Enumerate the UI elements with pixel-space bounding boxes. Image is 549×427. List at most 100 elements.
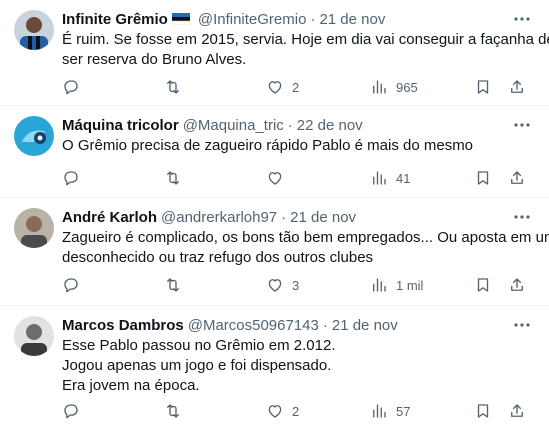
retweet-button[interactable]: [164, 77, 182, 97]
tweet-actions: 2 965: [0, 77, 549, 97]
view-count: 965: [396, 79, 418, 95]
like-button[interactable]: 3: [266, 275, 299, 295]
bookmark-button[interactable]: [474, 401, 492, 421]
like-button[interactable]: 2: [266, 77, 299, 97]
bookmark-icon: [477, 80, 489, 94]
avatar[interactable]: [14, 316, 54, 356]
reply-button[interactable]: [62, 168, 80, 188]
share-button[interactable]: [508, 275, 526, 295]
gremio-flag-icon: [171, 13, 190, 25]
tweet[interactable]: André Karloh @andrerkarloh97 · 21 de nov…: [0, 198, 549, 306]
like-count: 3: [292, 277, 300, 293]
tweet-date[interactable]: 21 de nov: [290, 209, 356, 226]
views-icon: [373, 80, 386, 94]
share-icon: [511, 278, 523, 291]
reply-button[interactable]: [62, 77, 80, 97]
bookmark-icon: [477, 404, 489, 418]
views-icon: [373, 171, 386, 185]
separator-dot: ·: [322, 316, 328, 334]
tweet[interactable]: Infinite Grêmio @InfiniteGremio · 21 de …: [0, 0, 549, 106]
more-icon[interactable]: [513, 208, 531, 226]
views-button[interactable]: 1 mil: [370, 275, 423, 295]
heart-icon: [268, 279, 282, 292]
retweet-button[interactable]: [164, 168, 182, 188]
tweet-date[interactable]: 22 de nov: [297, 117, 363, 134]
retweet-button[interactable]: [164, 401, 182, 421]
display-name[interactable]: Infinite Grêmio: [62, 11, 168, 28]
tweet[interactable]: Máquina tricolor @Maquina_tric · 22 de n…: [0, 106, 549, 198]
view-count: 41: [396, 170, 411, 186]
reply-button[interactable]: [62, 275, 80, 295]
bookmark-button[interactable]: [474, 168, 492, 188]
retweet-icon: [167, 404, 179, 418]
share-icon: [511, 404, 523, 417]
user-handle[interactable]: @InfiniteGremio: [198, 11, 307, 28]
tweet-date[interactable]: 21 de nov: [332, 317, 398, 334]
separator-dot: ·: [310, 10, 316, 28]
tweet-actions: 3 1 mil: [0, 275, 549, 295]
reply-icon: [64, 278, 78, 293]
retweet-icon: [167, 171, 179, 185]
reply-feed: Infinite Grêmio @InfiniteGremio · 21 de …: [0, 0, 549, 427]
like-count: 2: [292, 79, 300, 95]
reply-icon: [64, 404, 78, 419]
tweet-text-line: desconhecido ou traz refugo dos outros c…: [62, 249, 374, 266]
more-icon[interactable]: [513, 10, 531, 28]
bookmark-icon: [477, 171, 489, 185]
heart-icon: [268, 81, 282, 94]
share-icon: [511, 80, 523, 93]
like-button[interactable]: [266, 168, 284, 188]
tweet-actions: 41: [0, 168, 549, 188]
retweet-icon: [167, 278, 179, 292]
bookmark-button[interactable]: [474, 77, 492, 97]
tweet-text: Esse Pablo passou no Grêmio em 2.012. Jo…: [62, 336, 535, 396]
reply-button[interactable]: [62, 401, 80, 421]
avatar[interactable]: [14, 116, 54, 156]
tweet-text-line: O Grêmio precisa de zagueiro rápido Pabl…: [62, 137, 474, 154]
user-handle[interactable]: @Marcos50967143: [188, 317, 319, 334]
user-handle[interactable]: @Maquina_tric: [183, 117, 284, 134]
tweet-actions: 2 57: [0, 401, 549, 421]
bookmark-icon: [477, 278, 489, 292]
tweet-text-line: Zagueiro é complicado, os bons tão bem e…: [62, 229, 549, 246]
tweet[interactable]: Marcos Dambros @Marcos50967143 · 21 de n…: [0, 306, 549, 427]
share-button[interactable]: [508, 401, 526, 421]
user-handle[interactable]: @andrerkarloh97: [161, 209, 277, 226]
display-name[interactable]: Máquina tricolor: [62, 117, 179, 134]
view-count: 57: [396, 403, 411, 419]
more-icon[interactable]: [513, 116, 531, 134]
views-icon: [373, 404, 386, 418]
retweet-button[interactable]: [164, 275, 182, 295]
tweet-text-line: Era jovem na época.: [62, 377, 200, 394]
views-button[interactable]: 965: [370, 77, 418, 97]
tweet-text-line: É ruim. Se fosse em 2015, servia. Hoje e…: [62, 31, 549, 48]
tweet-date[interactable]: 21 de nov: [319, 11, 385, 28]
tweet-text: O Grêmio precisa de zagueiro rápido Pabl…: [62, 136, 535, 156]
retweet-icon: [167, 80, 179, 94]
separator-dot: ·: [287, 116, 293, 134]
bookmark-button[interactable]: [474, 275, 492, 295]
more-icon[interactable]: [513, 316, 531, 334]
view-count: 1 mil: [396, 277, 424, 293]
share-button[interactable]: [508, 77, 526, 97]
tweet-text-line: Esse Pablo passou no Grêmio em 2.012.: [62, 337, 336, 354]
share-button[interactable]: [508, 168, 526, 188]
share-icon: [511, 171, 523, 184]
views-button[interactable]: 57: [370, 401, 410, 421]
like-button[interactable]: 2: [266, 401, 299, 421]
reply-icon: [64, 171, 78, 186]
tweet-text: É ruim. Se fosse em 2015, servia. Hoje e…: [62, 30, 549, 70]
display-name[interactable]: André Karloh: [62, 209, 157, 226]
heart-icon: [268, 405, 282, 418]
views-icon: [373, 278, 386, 292]
like-count: 2: [292, 403, 300, 419]
separator-dot: ·: [281, 208, 287, 226]
tweet-text-line: Jogou apenas um jogo e foi dispensado.: [62, 357, 332, 374]
tweet-text-line: ser reserva do Bruno Alves.: [62, 51, 247, 68]
avatar[interactable]: [14, 208, 54, 248]
views-button[interactable]: 41: [370, 168, 410, 188]
heart-icon: [268, 172, 282, 185]
reply-icon: [64, 80, 78, 95]
avatar[interactable]: [14, 10, 54, 50]
display-name[interactable]: Marcos Dambros: [62, 317, 184, 334]
